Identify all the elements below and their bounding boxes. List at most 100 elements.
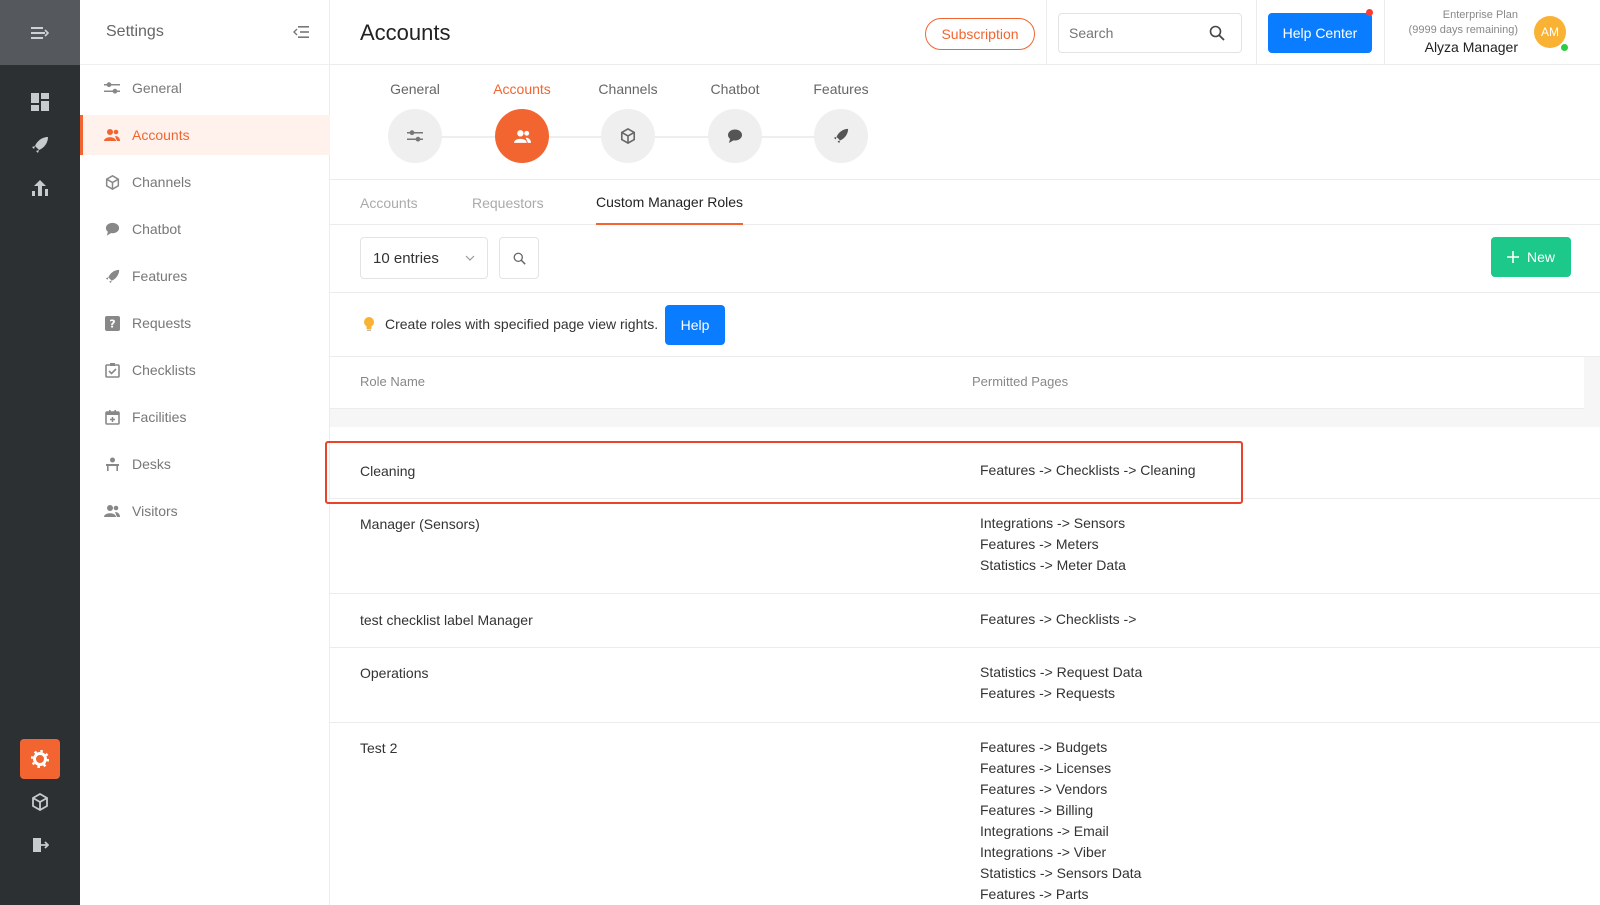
sidebar-item-label: Accounts: [132, 127, 190, 143]
subtab-accounts[interactable]: Accounts: [360, 180, 418, 225]
sidebar-item-accounts[interactable]: Accounts: [80, 115, 330, 155]
role-name: Cleaning: [360, 463, 416, 479]
sidebar-item-channels[interactable]: Channels: [80, 162, 330, 202]
rocket-icon[interactable]: [0, 125, 80, 165]
table-toolbar: 10 entries New: [330, 225, 1600, 293]
sidebar-item-label: Features: [132, 268, 188, 284]
plan-name: Enterprise Plan: [1442, 9, 1518, 21]
help-button[interactable]: Help: [665, 305, 725, 345]
logout-icon[interactable]: [0, 825, 80, 865]
search-icon[interactable]: [1209, 25, 1225, 41]
column-header-permitted-pages[interactable]: Permitted Pages: [972, 374, 1068, 389]
settings-title: Settings: [106, 23, 164, 40]
subtabs: Accounts Requestors Custom Manager Roles: [330, 180, 1600, 225]
dashboard-icon[interactable]: [0, 82, 80, 122]
desk-icon: [104, 456, 120, 472]
sidebar-item-label: Visitors: [132, 503, 178, 519]
scrollbar-track[interactable]: [1584, 357, 1600, 427]
rocket-icon: [104, 268, 120, 284]
svg-text:?: ?: [109, 317, 115, 330]
info-bar: Create roles with specified page view ri…: [330, 293, 1600, 357]
sidebar-item-features[interactable]: Features: [80, 256, 330, 296]
search-icon: [513, 252, 526, 265]
subscription-button[interactable]: Subscription: [925, 18, 1035, 50]
permitted-pages: Statistics -> Request Data Features -> R…: [980, 664, 1143, 701]
top-bar: Accounts Subscription Help Center Enterp…: [330, 0, 1600, 65]
sidebar-item-label: Desks: [132, 456, 171, 472]
settings-sidebar: Settings General Accounts Channels Chatb…: [80, 0, 330, 905]
role-name: test checklist label Manager: [360, 612, 533, 628]
info-text: Create roles with specified page view ri…: [385, 316, 659, 332]
entries-select[interactable]: 10 entries: [360, 237, 488, 279]
gear-icon: [31, 750, 49, 768]
sidebar-item-desks[interactable]: Desks: [80, 444, 330, 484]
column-header-role-name[interactable]: Role Name: [360, 374, 425, 389]
subtab-requestors[interactable]: Requestors: [472, 180, 544, 225]
role-name: Manager (Sensors): [360, 516, 480, 532]
permitted-pages: Features -> Budgets Features -> Licenses…: [980, 739, 1142, 902]
table-row[interactable]: Operations Statistics -> Request Data Fe…: [330, 648, 1600, 723]
app-rail: [0, 0, 80, 905]
menu-toggle-button[interactable]: [0, 0, 80, 65]
tab-general[interactable]: General: [375, 81, 455, 163]
users-icon: [104, 127, 120, 143]
sidebar-item-label: Requests: [132, 315, 192, 331]
new-role-button[interactable]: New: [1491, 237, 1571, 277]
rocket-icon: [814, 109, 868, 163]
tab-chatbot[interactable]: Chatbot: [695, 81, 775, 163]
table-row[interactable]: test checklist label Manager Features ->…: [330, 594, 1600, 648]
lightbulb-icon: [364, 317, 374, 331]
sidebar-item-facilities[interactable]: Facilities: [80, 397, 330, 437]
chat-icon: [104, 221, 120, 237]
sidebar-item-label: Checklists: [132, 362, 196, 378]
sidebar-item-label: Facilities: [132, 409, 187, 425]
sidebar-item-label: Channels: [132, 174, 192, 190]
table-row[interactable]: Manager (Sensors) Integrations -> Sensor…: [330, 499, 1600, 594]
subtab-custom-manager-roles[interactable]: Custom Manager Roles: [596, 180, 744, 225]
user-info[interactable]: Enterprise Plan (9999 days remaining) Al…: [1360, 8, 1518, 57]
entries-value: 10 entries: [373, 249, 439, 267]
search-input[interactable]: [1069, 25, 1209, 41]
cube-icon: [601, 109, 655, 163]
sidebar-item-label: General: [132, 80, 182, 96]
users-icon: [495, 109, 549, 163]
sliders-icon: [388, 109, 442, 163]
statistics-icon[interactable]: [0, 168, 80, 208]
chat-icon: [708, 109, 762, 163]
permitted-pages: Features -> Checklists -> Cleaning: [980, 462, 1196, 478]
collapse-sidebar-icon[interactable]: [293, 26, 309, 38]
table-row[interactable]: Cleaning Features -> Checklists -> Clean…: [330, 446, 1600, 499]
sidebar-item-checklists[interactable]: Checklists: [80, 350, 330, 390]
days-remaining: (9999 days remaining): [1408, 24, 1518, 36]
table-row[interactable]: Test 2 Features -> Budgets Features -> L…: [330, 723, 1600, 905]
question-icon: ?: [104, 315, 120, 331]
chevron-down-icon: [465, 255, 475, 261]
permitted-pages: Integrations -> Sensors Features -> Mete…: [980, 515, 1126, 573]
cube-icon: [104, 174, 120, 190]
settings-button[interactable]: [0, 739, 80, 779]
table-search-button[interactable]: [499, 237, 539, 279]
sidebar-item-chatbot[interactable]: Chatbot: [80, 209, 330, 249]
cube-icon[interactable]: [0, 782, 80, 822]
permitted-pages: Features -> Checklists ->: [980, 611, 1137, 627]
plus-icon: [1506, 251, 1519, 263]
calendar-icon: [104, 409, 120, 425]
sidebar-item-general[interactable]: General: [80, 68, 330, 108]
visitors-icon: [104, 503, 120, 519]
table-header: Role Name Permitted Pages: [330, 357, 1584, 409]
menu-icon: [31, 26, 49, 39]
help-center-button[interactable]: Help Center: [1268, 13, 1372, 53]
page-title: Accounts: [360, 20, 451, 45]
online-status-dot: [1560, 43, 1569, 52]
checklist-icon: [104, 362, 120, 378]
sliders-icon: [104, 80, 120, 96]
role-name: Operations: [360, 665, 429, 681]
tab-channels[interactable]: Channels: [588, 81, 668, 163]
tab-accounts[interactable]: Accounts: [482, 81, 562, 163]
role-name: Test 2: [360, 740, 398, 756]
sidebar-item-label: Chatbot: [132, 221, 182, 237]
sidebar-item-visitors[interactable]: Visitors: [80, 491, 330, 531]
search-field[interactable]: [1058, 13, 1242, 53]
tab-features[interactable]: Features: [801, 81, 881, 163]
sidebar-item-requests[interactable]: ? Requests: [80, 303, 330, 343]
